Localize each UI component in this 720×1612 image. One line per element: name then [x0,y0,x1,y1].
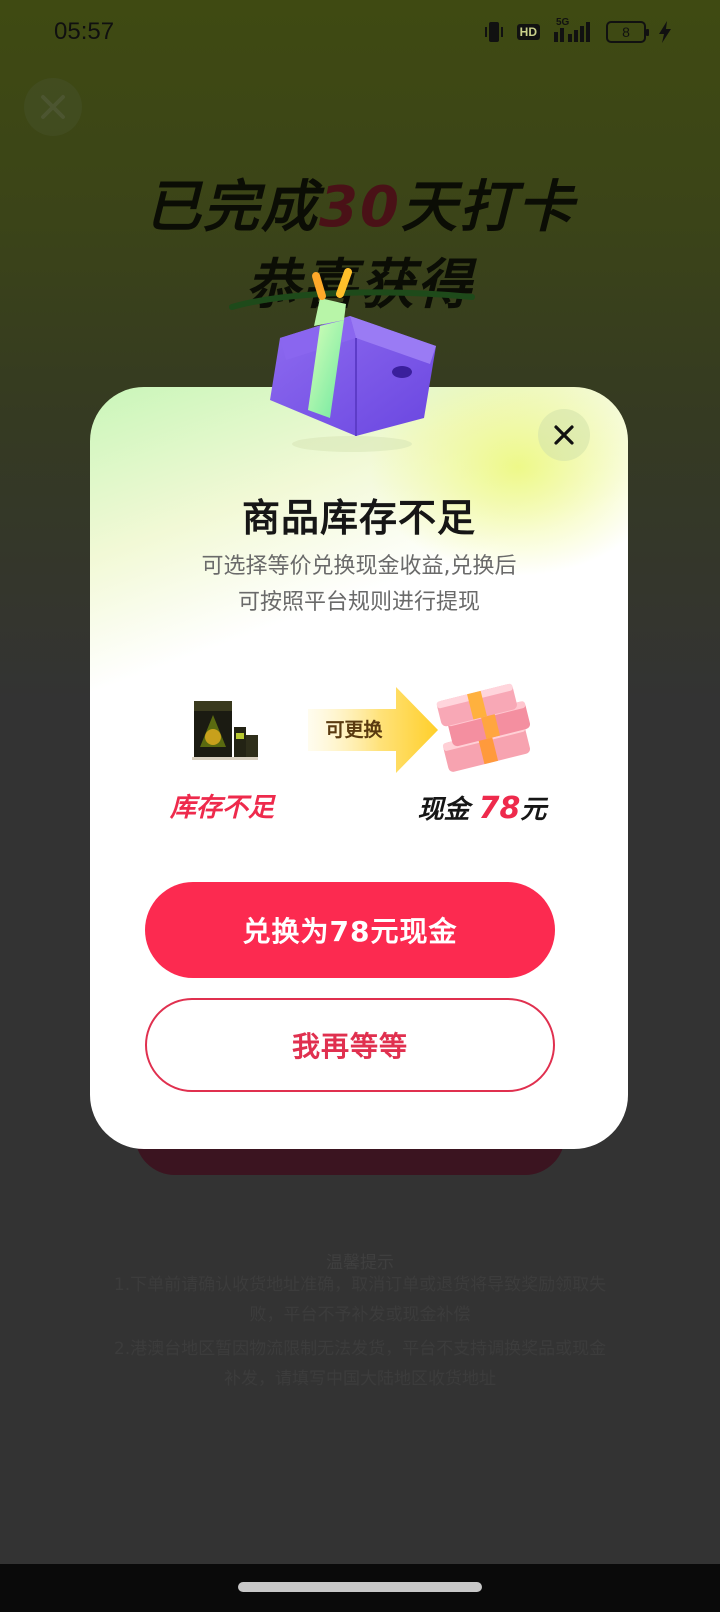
cash-reward-label: 现金 78元 [412,789,552,826]
cash-unit: 元 [520,795,547,825]
wait-button[interactable]: 我再等等 [145,998,555,1092]
hd-icon: HD [516,24,540,40]
cash-stack-image [436,683,531,772]
close-icon [554,425,574,445]
hd-label: HD [519,25,537,39]
cash-amount: 78 [478,791,521,826]
battery-level: 8 [622,24,630,40]
close-icon [41,95,65,119]
headline-number: 30 [319,175,401,240]
dialog-desc-line-1: 可选择等价兑换现金收益,兑换后 [201,554,517,579]
home-indicator[interactable] [238,1582,482,1592]
status-icons: HD 5G 8 [483,17,672,46]
tip-item-2: 2.港澳台地区暂因物流限制无法发货，平台不支持调换奖品或现金补发，请填写中国大陆… [113,1339,607,1389]
cash-prefix: 现金 [417,795,470,825]
arrow-label: 可更换 [325,719,383,741]
stock-shortage-label: 库存不足 [169,793,274,823]
vibrate-icon [484,22,503,42]
headline-suffix: 天打卡 [400,175,575,240]
exchange-cash-button[interactable]: 兑换为78元现金 [145,882,555,978]
dialog-title: 商品库存不足 [241,496,476,540]
page-headline: 已完成30天打卡 [0,162,720,243]
product-image [192,701,258,760]
stock-shortage-dialog: 商品库存不足 可选择等价兑换现金收益,兑换后 可按照平台规则进行提现 可更换 库… [90,387,628,1149]
dialog-desc-line-2: 可按照平台规则进行提现 [237,590,480,615]
signal-icon: 5G [552,17,594,44]
status-time: 05:57 [54,18,115,45]
battery-icon: 8 [606,21,649,43]
page-close-button[interactable] [24,78,82,136]
dialog-close-button[interactable] [538,409,590,461]
tip-item-1: 1.下单前请确认收货地址准确，取消订单或退货将导致奖励领取失败，平台不予补发或现… [113,1275,607,1325]
gift-box-icon [270,268,436,452]
charging-icon [659,21,671,43]
headline-prefix: 已完成 [145,175,320,240]
system-nav-bar [0,1564,720,1612]
status-bar: 05:57 HD 5G 8 [0,0,720,66]
